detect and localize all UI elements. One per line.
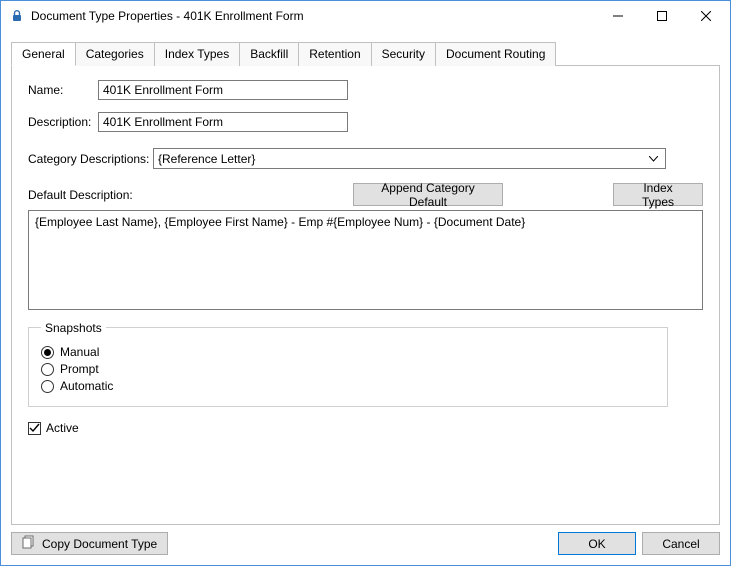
tab-retention[interactable]: Retention [298, 42, 371, 66]
window-title: Document Type Properties - 401K Enrollme… [31, 9, 596, 23]
append-category-default-button[interactable]: Append Category Default [353, 183, 503, 206]
ok-button[interactable]: OK [558, 532, 636, 555]
tab-document-routing[interactable]: Document Routing [435, 42, 556, 66]
tab-security[interactable]: Security [371, 42, 436, 66]
snapshot-manual-option[interactable]: Manual [41, 345, 655, 359]
window-controls [596, 2, 728, 30]
tab-strip: General Categories Index Types Backfill … [11, 41, 720, 65]
snapshot-prompt-option[interactable]: Prompt [41, 362, 655, 376]
name-input[interactable] [98, 80, 348, 100]
name-label: Name: [28, 83, 98, 97]
tab-index-types[interactable]: Index Types [154, 42, 241, 66]
radio-icon [41, 380, 54, 393]
category-desc-label: Category Descriptions: [28, 152, 153, 166]
close-button[interactable] [684, 2, 728, 30]
index-types-button[interactable]: Index Types [613, 183, 703, 206]
snapshot-automatic-label: Automatic [60, 379, 113, 393]
copy-document-type-label: Copy Document Type [42, 537, 157, 551]
radio-icon [41, 346, 54, 359]
window: Document Type Properties - 401K Enrollme… [0, 0, 731, 566]
copy-document-type-button[interactable]: Copy Document Type [11, 532, 168, 555]
category-desc-value: {Reference Letter} [158, 152, 645, 166]
chevron-down-icon [645, 156, 661, 162]
default-description-input[interactable] [28, 210, 703, 310]
titlebar: Document Type Properties - 401K Enrollme… [1, 1, 730, 31]
checkbox-icon [28, 422, 41, 435]
snapshots-group: Snapshots Manual Prompt Automatic [28, 327, 668, 407]
footer-bar: Copy Document Type OK Cancel [1, 525, 730, 565]
snapshot-manual-label: Manual [60, 345, 99, 359]
category-desc-combo[interactable]: {Reference Letter} [153, 148, 666, 169]
description-input[interactable] [98, 112, 348, 132]
snapshot-automatic-option[interactable]: Automatic [41, 379, 655, 393]
active-label: Active [46, 421, 79, 435]
lock-icon [9, 8, 25, 24]
tabpage-general: Name: Description: Category Descriptions… [11, 65, 720, 525]
copy-icon [22, 535, 36, 552]
snapshots-legend: Snapshots [41, 321, 106, 335]
minimize-button[interactable] [596, 2, 640, 30]
tab-backfill[interactable]: Backfill [239, 42, 299, 66]
client-area: General Categories Index Types Backfill … [1, 31, 730, 525]
active-checkbox-row[interactable]: Active [28, 421, 703, 435]
maximize-button[interactable] [640, 2, 684, 30]
radio-icon [41, 363, 54, 376]
description-label: Description: [28, 115, 98, 129]
cancel-button[interactable]: Cancel [642, 532, 720, 555]
default-desc-label: Default Description: [28, 188, 133, 202]
snapshot-prompt-label: Prompt [60, 362, 99, 376]
tab-general[interactable]: General [11, 42, 76, 66]
tab-categories[interactable]: Categories [75, 42, 155, 66]
